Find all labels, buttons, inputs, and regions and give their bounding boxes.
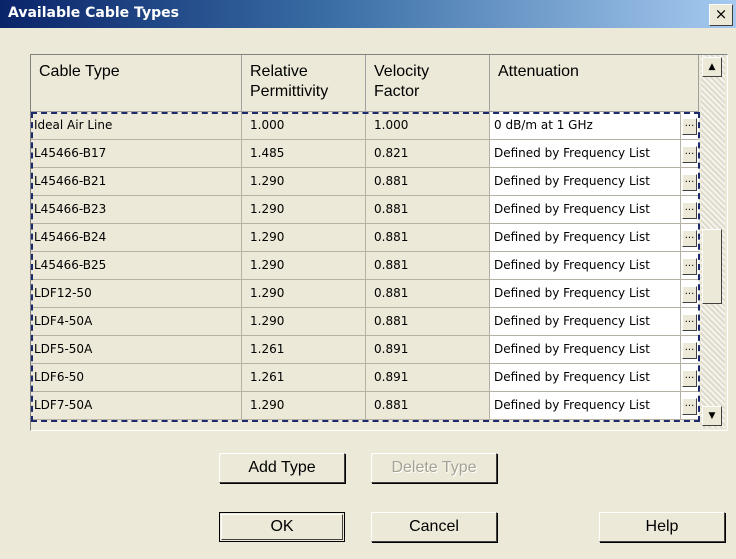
velocity-factor-cell[interactable]: 0.881 — [366, 308, 490, 336]
attenuation-edit-cell: ... — [681, 280, 699, 308]
velocity-factor-cell[interactable]: 0.881 — [366, 196, 490, 224]
relative-permittivity-cell[interactable]: 1.000 — [242, 112, 366, 140]
table-row[interactable]: L45466-B24 1.290 0.881 Defined by Frequency… — [31, 224, 699, 252]
table-row[interactable]: L45466-B25 1.290 0.881 Defined by Frequency… — [31, 252, 699, 280]
close-button[interactable]: × — [709, 4, 733, 26]
relative-permittivity-cell[interactable]: 1.290 — [242, 280, 366, 308]
edit-attenuation-ellipsis-button[interactable]: ... — [682, 314, 697, 331]
relative-permittivity-cell[interactable]: 1.261 — [242, 336, 366, 364]
table-row[interactable]: L45466-B21 1.290 0.881 Defined by Frequency… — [31, 168, 699, 196]
relative-permittivity-cell[interactable]: 1.485 — [242, 140, 366, 168]
help-button[interactable]: Help — [599, 512, 725, 542]
edit-attenuation-ellipsis-button[interactable]: ... — [682, 258, 697, 275]
attenuation-edit-cell: ... — [681, 196, 699, 224]
attenuation-edit-cell: ... — [681, 364, 699, 392]
attenuation-edit-cell: ... — [681, 308, 699, 336]
cable-type-cell[interactable]: Ideal Air Line — [31, 112, 242, 140]
window-title: Available Cable Types — [8, 5, 179, 21]
cable-types-grid: Cable Type Relative Permittivity Velocit… — [30, 54, 728, 431]
velocity-factor-cell[interactable]: 0.881 — [366, 392, 490, 420]
add-type-button[interactable]: Add Type — [219, 453, 345, 483]
cable-type-cell[interactable]: LDF5-50A — [31, 336, 242, 364]
table-row[interactable]: LDF4-50A 1.290 0.881 Defined by Frequency L… — [31, 308, 699, 336]
velocity-factor-cell[interactable]: 0.881 — [366, 252, 490, 280]
attenuation-cell[interactable]: Defined by Frequency List — [490, 140, 681, 168]
cancel-button[interactable]: Cancel — [371, 512, 497, 542]
table-row[interactable]: LDF7-50A 1.290 0.881 Defined by Frequency L… — [31, 392, 699, 420]
table-row[interactable]: LDF5-50A 1.261 0.891 Defined by Frequency L… — [31, 336, 699, 364]
cable-type-cell[interactable]: LDF4-50A — [31, 308, 242, 336]
attenuation-cell[interactable]: Defined by Frequency List — [490, 280, 681, 308]
table-row[interactable]: L45466-B17 1.485 0.821 Defined by Frequency… — [31, 140, 699, 168]
scroll-down-arrow-icon[interactable]: ▼ — [702, 406, 722, 426]
edit-attenuation-ellipsis-button[interactable]: ... — [682, 398, 697, 415]
ok-button-label: OK — [270, 518, 294, 535]
attenuation-edit-cell: ... — [681, 168, 699, 196]
delete-type-button[interactable]: Delete Type — [371, 453, 497, 483]
velocity-factor-cell[interactable]: 0.821 — [366, 140, 490, 168]
column-header-cable-type[interactable]: Cable Type — [31, 55, 242, 112]
relative-permittivity-cell[interactable]: 1.290 — [242, 252, 366, 280]
attenuation-cell[interactable]: Defined by Frequency List — [490, 392, 681, 420]
column-header-velocity-factor[interactable]: Velocity Factor — [366, 55, 490, 112]
edit-attenuation-ellipsis-button[interactable]: ... — [682, 370, 697, 387]
relative-permittivity-cell[interactable]: 1.290 — [242, 308, 366, 336]
cable-type-cell[interactable]: LDF6-50 — [31, 364, 242, 392]
ok-button[interactable]: OK — [219, 512, 345, 542]
cable-type-cell[interactable]: L45466-B17 — [31, 140, 242, 168]
table-row[interactable]: LDF6-50 1.261 0.891 Defined by Frequency Li… — [31, 364, 699, 392]
relative-permittivity-cell[interactable]: 1.290 — [242, 196, 366, 224]
column-header-relative-permittivity[interactable]: Relative Permittivity — [242, 55, 366, 112]
attenuation-edit-cell: ... — [681, 224, 699, 252]
cable-type-cell[interactable]: LDF7-50A — [31, 392, 242, 420]
velocity-factor-cell[interactable]: 0.881 — [366, 280, 490, 308]
attenuation-cell[interactable]: Defined by Frequency List — [490, 224, 681, 252]
velocity-factor-cell[interactable]: 0.891 — [366, 364, 490, 392]
attenuation-cell[interactable]: Defined by Frequency List — [490, 196, 681, 224]
attenuation-cell[interactable]: Defined by Frequency List — [490, 308, 681, 336]
edit-attenuation-ellipsis-button[interactable]: ... — [682, 174, 697, 191]
attenuation-edit-cell: ... — [681, 392, 699, 420]
attenuation-cell[interactable]: Defined by Frequency List — [490, 168, 681, 196]
edit-attenuation-ellipsis-button[interactable]: ... — [682, 342, 697, 359]
velocity-factor-cell[interactable]: 0.881 — [366, 168, 490, 196]
table-row[interactable]: L45466-B23 1.290 0.881 Defined by Frequency… — [31, 196, 699, 224]
grid-rows: Ideal Air Line 1.000 1.000 0 dB/m at 1 GHz.… — [31, 112, 699, 420]
edit-attenuation-ellipsis-button[interactable]: ... — [682, 146, 697, 163]
attenuation-edit-cell: ... — [681, 336, 699, 364]
attenuation-edit-cell: ... — [681, 140, 699, 168]
scrollbar-thumb[interactable] — [702, 229, 722, 305]
vertical-scrollbar[interactable]: ▲ ▼ — [701, 55, 725, 428]
attenuation-edit-cell: ... — [681, 112, 699, 140]
edit-attenuation-ellipsis-button[interactable]: ... — [682, 286, 697, 303]
velocity-factor-cell[interactable]: 0.881 — [366, 224, 490, 252]
table-row[interactable]: Ideal Air Line 1.000 1.000 0 dB/m at 1 GHz.… — [31, 112, 699, 140]
scroll-up-arrow-icon[interactable]: ▲ — [702, 57, 722, 77]
cable-type-cell[interactable]: L45466-B24 — [31, 224, 242, 252]
cable-type-cell[interactable]: L45466-B21 — [31, 168, 242, 196]
velocity-factor-cell[interactable]: 1.000 — [366, 112, 490, 140]
relative-permittivity-cell[interactable]: 1.290 — [242, 392, 366, 420]
cable-type-cell[interactable]: L45466-B25 — [31, 252, 242, 280]
table-row[interactable]: LDF12-50 1.290 0.881 Defined by Frequency L… — [31, 280, 699, 308]
velocity-factor-cell[interactable]: 0.891 — [366, 336, 490, 364]
edit-attenuation-ellipsis-button[interactable]: ... — [682, 230, 697, 247]
attenuation-edit-cell: ... — [681, 252, 699, 280]
edit-attenuation-ellipsis-button[interactable]: ... — [682, 118, 697, 135]
attenuation-cell[interactable]: Defined by Frequency List — [490, 336, 681, 364]
cable-type-cell[interactable]: LDF12-50 — [31, 280, 242, 308]
relative-permittivity-cell[interactable]: 1.290 — [242, 168, 366, 196]
edit-attenuation-ellipsis-button[interactable]: ... — [682, 202, 697, 219]
relative-permittivity-cell[interactable]: 1.261 — [242, 364, 366, 392]
attenuation-cell[interactable]: Defined by Frequency List — [490, 364, 681, 392]
column-header-attenuation[interactable]: Attenuation — [490, 55, 699, 112]
cable-type-cell[interactable]: L45466-B23 — [31, 196, 242, 224]
title-bar: Available Cable Types × — [0, 0, 736, 28]
dialog-window: Available Cable Types × Cable Type Relat… — [0, 0, 736, 559]
relative-permittivity-cell[interactable]: 1.290 — [242, 224, 366, 252]
attenuation-cell[interactable]: Defined by Frequency List — [490, 252, 681, 280]
attenuation-cell[interactable]: 0 dB/m at 1 GHz — [490, 112, 681, 140]
